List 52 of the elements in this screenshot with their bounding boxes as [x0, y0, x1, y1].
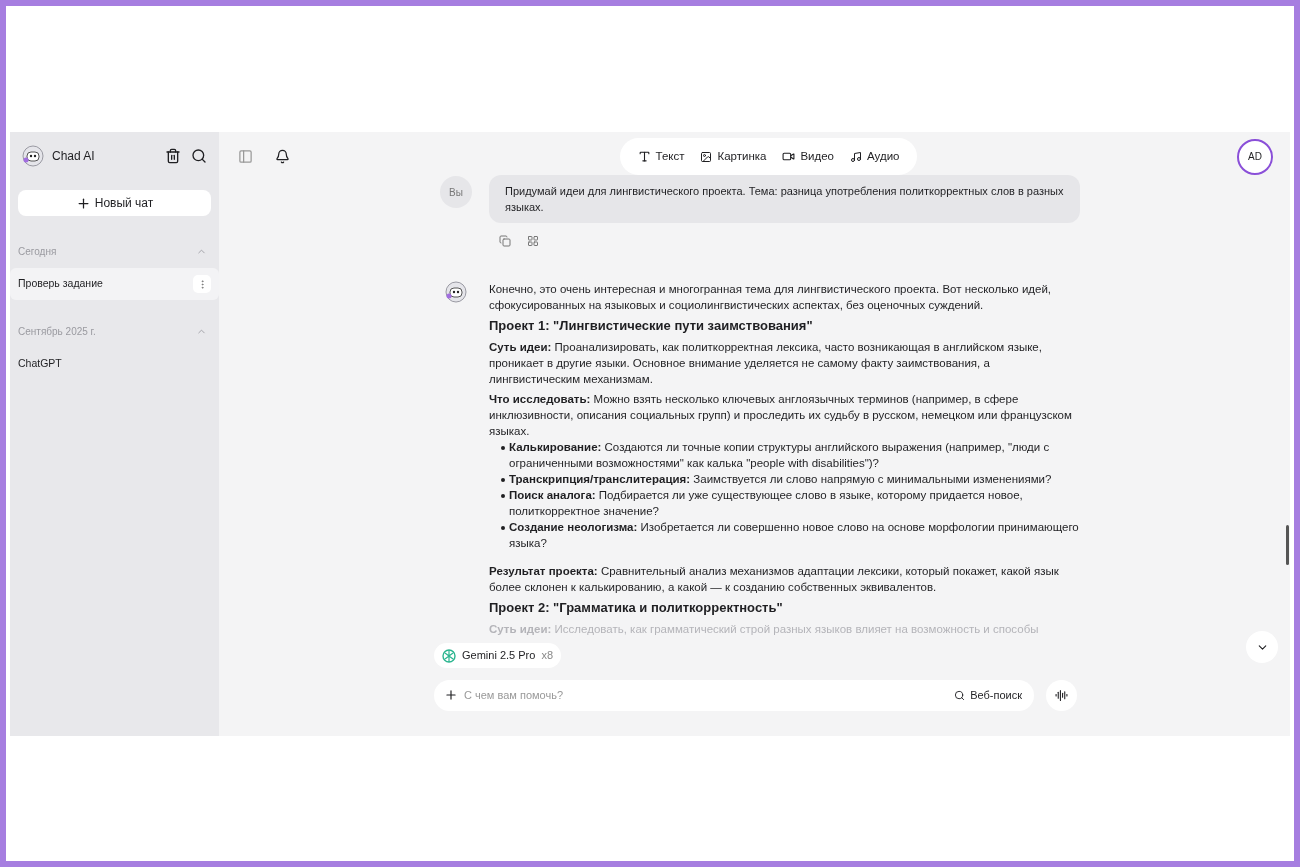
model-logo-icon — [442, 648, 456, 663]
music-note-icon — [850, 150, 863, 163]
search-icon — [954, 689, 966, 701]
bullet-icon — [501, 478, 505, 482]
sidebar-toggle-icon[interactable] — [238, 149, 253, 164]
paragraph: Конечно, это очень интересная и многогранная тема для лингвистического проекта. Вот несколько идей, сфокусированных на языковых и социолингвистических аспектах, без оценочных суждений. — [489, 282, 1053, 313]
paragraph: Что исследовать: Можно взять несколько ключевых англоязычных терминов (например, в сфере инклюзивности, описания социальных групп) и проследить их судьбу в русском, немецком или французском языках. — [489, 392, 1073, 439]
trash-icon[interactable] — [165, 148, 181, 164]
user-message-bubble: Придумай идеи для лингвистического проекта. Тема: разница употребления политкорректных слов в разных языках. — [489, 175, 1080, 223]
mode-tab[interactable]: Аудио — [844, 147, 906, 166]
new-chat-button[interactable]: Новый чат — [18, 190, 211, 216]
mode-tab[interactable]: Видео — [776, 147, 841, 166]
model-count: x8 — [541, 648, 553, 664]
message-input[interactable]: С чем вам помочь? Веб-поиск — [434, 679, 1034, 711]
image-icon — [700, 150, 713, 163]
chat-item[interactable]: ChatGPT — [10, 348, 219, 380]
grid-icon[interactable] — [527, 235, 539, 247]
sound-wave-icon — [1055, 688, 1068, 702]
plus-icon — [75, 195, 91, 211]
user-avatar: Вы — [440, 176, 472, 208]
group-label: Сентябрь 2025 г. — [18, 324, 96, 339]
plus-icon[interactable] — [444, 688, 458, 702]
bell-icon[interactable] — [275, 149, 290, 164]
model-chip[interactable]: Gemini 2.5 Pro x8 — [434, 643, 561, 668]
bullet-icon — [501, 494, 505, 498]
list-item: Транскрипция/транслитерация: Заимствуется ли слово напрямую с минимальными изменениями? — [509, 472, 1052, 487]
group-label: Сегодня — [18, 244, 57, 259]
voice-button[interactable] — [1046, 679, 1077, 711]
section-heading: Проект 1: "Лингвистические пути заимствования" — [489, 317, 814, 335]
mode-tab[interactable]: Картинка — [694, 147, 773, 166]
list-item: Поиск аналога: Подбирается ли уже существующее слово в языке, которому придается новое, политкорректное значение? — [509, 488, 1024, 519]
copy-icon[interactable] — [499, 235, 511, 247]
bullet-icon — [501, 446, 505, 450]
robot-logo-icon — [22, 145, 44, 167]
paragraph: Результат проекта: Сравнительный анализ механизмов адаптации лексики, который покажет, какой язык более склонен к калькированию, а какой — к созданию собственных эквивалентов. — [489, 564, 1060, 595]
paragraph: Суть идеи: Проанализировать, как политкорректная лексика, часто возникающая в английском языке, проникает в другие языки. Основное внимание уделяется не самому факту заимствования, а лингвистическим механизмам. — [489, 340, 1043, 387]
paragraph: Суть идеи: Исследовать, как грамматический строй разных языков влияет на возможность и способы — [489, 622, 1040, 637]
mode-tab[interactable]: Текст — [631, 147, 691, 166]
chat-item[interactable]: Проверь задание — [10, 268, 219, 300]
more-button[interactable] — [193, 275, 211, 293]
list-item: Калькирование: Создаются ли точные копии структуры английского выражения (например, "люди с ограниченными возможностями" как калька "people with disabilities")? — [509, 440, 1051, 471]
app-title: Chad AI — [52, 148, 95, 165]
user-avatar[interactable]: AD — [1237, 138, 1273, 175]
web-search-button[interactable]: Веб-поиск — [954, 686, 1024, 704]
list-item: Создание неологизма: Изобретается ли совершенно новое слово на основе морфологии принимающего языка? — [509, 520, 1080, 551]
bullet-icon — [501, 526, 505, 530]
section-heading: Проект 2: "Грамматика и политкорректность" — [489, 599, 784, 617]
text-icon — [637, 150, 651, 163]
robot-logo-icon — [445, 281, 467, 303]
video-camera-icon — [782, 150, 796, 163]
search-icon[interactable] — [191, 148, 207, 164]
scrollbar-thumb[interactable] — [1286, 525, 1289, 565]
